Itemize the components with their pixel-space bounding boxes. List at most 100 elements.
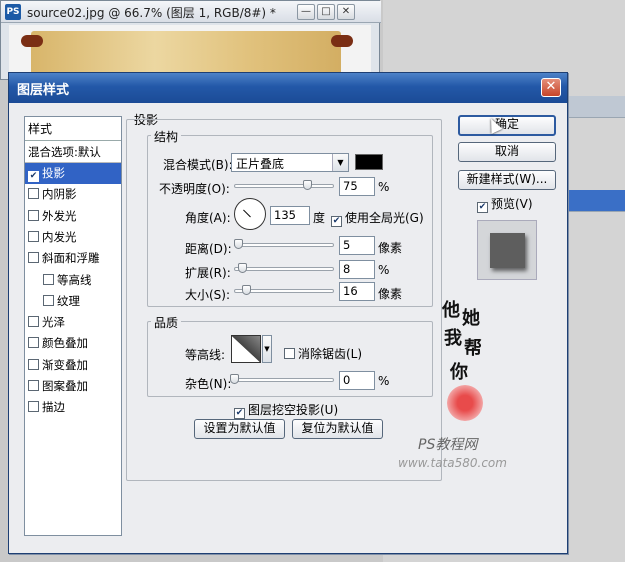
checkbox-icon[interactable] — [28, 380, 39, 391]
checkbox-icon[interactable] — [28, 209, 39, 221]
spread-slider-track[interactable] — [234, 267, 334, 271]
opacity-slider-track[interactable] — [234, 184, 334, 188]
quality-title: 品质 — [151, 316, 182, 330]
checkbox-icon[interactable]: ✔ — [234, 408, 245, 419]
spread-input[interactable]: 8 — [339, 260, 375, 279]
watermark-char: 帮 — [464, 338, 482, 359]
style-item[interactable]: 颜色叠加 — [25, 333, 121, 354]
size-input[interactable]: 16 — [339, 282, 375, 301]
ok-button[interactable]: 确定 — [458, 115, 556, 136]
style-item-label: 投影 — [42, 166, 65, 180]
checkbox-icon[interactable]: ✔ — [28, 171, 39, 182]
preview-checkbox[interactable]: ✔ 预览(V) — [477, 195, 533, 213]
opacity-unit: % — [378, 180, 390, 194]
distance-slider-thumb[interactable] — [234, 239, 243, 249]
contour-label: 等高线: — [185, 348, 226, 362]
style-list: 样式 混合选项:默认 ✔ 投影 内阴影 外发光 内发光 斜面和浮雕 等高线 纹理 光泽 颜色叠加渐… — [24, 116, 122, 536]
close-icon[interactable]: ✕ — [337, 4, 355, 20]
angle-dial[interactable] — [234, 198, 266, 230]
watermark-char: 他 — [442, 300, 460, 321]
style-item[interactable]: 图案叠加 — [25, 376, 121, 397]
anti-alias-label: 消除锯齿(L) — [298, 347, 363, 361]
blend-mode-select[interactable]: 正片叠底 ▼ — [231, 153, 349, 172]
distance-slider-track[interactable] — [234, 243, 334, 247]
structure-title: 结构 — [151, 130, 182, 144]
watermark-url: www.tata580.com — [398, 456, 507, 470]
dialog-titlebar[interactable]: 图层样式 ✕ — [9, 73, 567, 103]
checkbox-icon[interactable]: ✔ — [477, 202, 488, 213]
checkbox-icon[interactable]: ✔ — [331, 216, 342, 227]
style-item[interactable]: 内阴影 — [25, 184, 121, 205]
style-item[interactable]: 渐变叠加 — [25, 355, 121, 376]
document-title: source02.jpg @ 66.7% (图层 1, RGB/8#) * — [27, 6, 276, 20]
spread-unit: % — [378, 263, 390, 277]
global-light-label: 使用全局光(G) — [345, 211, 424, 225]
style-item-label: 描边 — [42, 400, 65, 415]
spread-slider-thumb[interactable] — [238, 263, 247, 273]
shadow-color-swatch[interactable] — [355, 154, 383, 170]
checkbox-icon[interactable] — [43, 273, 54, 285]
style-item[interactable]: 内发光 — [25, 227, 121, 248]
blend-mode-value: 正片叠底 — [236, 157, 285, 171]
close-icon[interactable]: ✕ — [541, 78, 561, 97]
checkbox-icon[interactable] — [28, 252, 39, 264]
preview-swatch — [490, 233, 525, 268]
checkbox-icon[interactable] — [28, 337, 39, 349]
chevron-down-icon: ▼ — [332, 154, 348, 171]
style-item[interactable]: 等高线 — [25, 270, 121, 291]
document-titlebar[interactable]: PS source02.jpg @ 66.7% (图层 1, RGB/8#) *… — [1, 1, 381, 23]
make-default-button[interactable]: 设置为默认值 — [194, 419, 285, 439]
style-item-label: 外发光 — [42, 208, 77, 223]
checkbox-icon[interactable] — [28, 188, 39, 200]
angle-label: 角度(A): — [185, 211, 231, 225]
style-item[interactable]: 斜面和浮雕 — [25, 248, 121, 269]
opacity-input[interactable]: 75 — [339, 177, 375, 196]
noise-label: 杂色(N): — [185, 377, 232, 391]
style-item-label: 内发光 — [42, 229, 77, 244]
global-light-checkbox[interactable]: ✔ 使用全局光(G) — [331, 209, 424, 227]
style-item-label: 颜色叠加 — [42, 336, 88, 351]
checkbox-icon[interactable] — [28, 230, 39, 242]
style-item[interactable]: 纹理 — [25, 291, 121, 312]
noise-slider-track[interactable] — [234, 378, 334, 382]
style-item[interactable]: ✔ 投影 — [25, 163, 121, 184]
checkbox-icon[interactable] — [43, 294, 54, 306]
style-item[interactable]: 描边 — [25, 397, 121, 418]
distance-unit: 像素 — [378, 241, 403, 255]
style-item[interactable]: 外发光 — [25, 206, 121, 227]
size-slider-thumb[interactable] — [242, 285, 251, 295]
noise-slider-thumb[interactable] — [230, 374, 239, 384]
minimize-icon[interactable]: — — [297, 4, 315, 20]
scroll-rod-right — [331, 35, 353, 47]
blending-options-item[interactable]: 混合选项:默认 — [25, 141, 121, 163]
style-item-label: 渐变叠加 — [42, 357, 88, 372]
angle-input[interactable]: 135 — [270, 206, 310, 225]
preview-label: 预览(V) — [491, 197, 533, 211]
panel-selected-layer — [565, 190, 625, 212]
blend-mode-label: 混合模式(B): — [163, 158, 233, 172]
angle-needle — [243, 209, 251, 218]
new-style-button[interactable]: 新建样式(W)... — [458, 170, 556, 190]
cancel-button[interactable]: 取消 — [458, 142, 556, 162]
checkbox-icon[interactable] — [28, 358, 39, 370]
style-item[interactable]: 光泽 — [25, 312, 121, 333]
checkbox-icon[interactable] — [284, 348, 295, 359]
maximize-icon[interactable]: □ — [317, 4, 335, 20]
document-window: PS source02.jpg @ 66.7% (图层 1, RGB/8#) *… — [0, 0, 381, 81]
style-item-label: 纹理 — [57, 293, 80, 308]
reset-default-button[interactable]: 复位为默认值 — [292, 419, 383, 439]
noise-unit: % — [378, 374, 390, 388]
contour-preview[interactable] — [231, 335, 261, 363]
size-label: 大小(S): — [185, 288, 231, 302]
style-item-label: 光泽 — [42, 315, 65, 330]
checkbox-icon[interactable] — [28, 316, 39, 328]
knockout-checkbox[interactable]: ✔ 图层挖空投影(U) — [234, 401, 338, 419]
opacity-slider-thumb[interactable] — [303, 180, 312, 190]
checkbox-icon[interactable] — [28, 401, 39, 413]
distance-input[interactable]: 5 — [339, 236, 375, 255]
style-list-header[interactable]: 样式 — [25, 117, 121, 141]
noise-input[interactable]: 0 — [339, 371, 375, 390]
anti-alias-checkbox[interactable]: 消除锯齿(L) — [284, 345, 362, 362]
chevron-down-icon[interactable]: ▼ — [262, 335, 272, 363]
panel-tab-strip — [565, 96, 625, 118]
